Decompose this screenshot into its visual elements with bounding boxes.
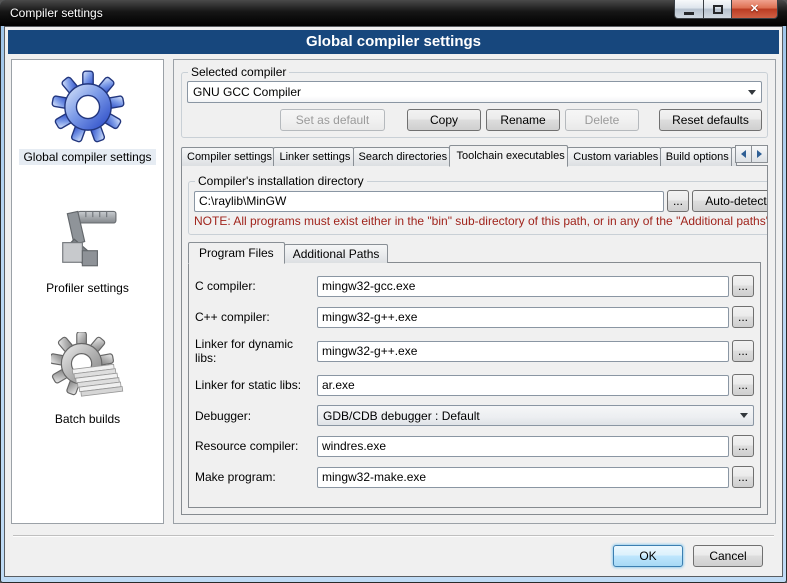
subtab-program-files[interactable]: Program Files bbox=[188, 242, 285, 264]
maximize-button[interactable] bbox=[704, 0, 732, 19]
field-row-resource-compiler: Resource compiler: ... bbox=[195, 435, 754, 457]
reset-defaults-button[interactable]: Reset defaults bbox=[659, 109, 762, 131]
tab-compiler-settings[interactable]: Compiler settings bbox=[181, 147, 274, 166]
installation-directory-group: Compiler's installation directory ... Au… bbox=[188, 174, 768, 235]
c-compiler-input[interactable] bbox=[317, 276, 729, 297]
titlebar[interactable]: Compiler settings ✕ bbox=[0, 0, 787, 26]
field-label: Linker for dynamic libs: bbox=[195, 337, 317, 365]
content-area: Global compiler settings bbox=[11, 59, 776, 524]
caliper-icon bbox=[50, 201, 124, 275]
tab-build-options[interactable]: Build options bbox=[660, 147, 732, 166]
linker-static-input[interactable] bbox=[317, 375, 729, 396]
blue-gear-icon bbox=[51, 70, 125, 144]
field-row-make-program: Make program: ... bbox=[195, 466, 754, 488]
installation-directory-group-label: Compiler's installation directory bbox=[195, 174, 367, 188]
compiler-settings-window: Compiler settings ✕ Global compiler sett… bbox=[0, 0, 787, 583]
debugger-dropdown[interactable]: GDB/CDB debugger : Default bbox=[317, 405, 754, 426]
debugger-value: GDB/CDB debugger : Default bbox=[323, 409, 480, 423]
browse-directory-button[interactable]: ... bbox=[667, 190, 689, 212]
program-files-page: C compiler: ... C++ compiler: ... bbox=[188, 262, 761, 508]
set-as-default-button[interactable]: Set as default bbox=[280, 109, 385, 131]
sidebar: Global compiler settings bbox=[11, 59, 164, 524]
dialog-client-area: Global compiler settings bbox=[4, 26, 783, 577]
field-row-cpp-compiler: C++ compiler: ... bbox=[195, 306, 754, 328]
installation-directory-input[interactable] bbox=[194, 191, 664, 212]
toolchain-executables-page: Compiler's installation directory ... Au… bbox=[181, 165, 768, 515]
browse-resource-compiler-button[interactable]: ... bbox=[732, 435, 754, 457]
footer-separator bbox=[13, 535, 774, 537]
main-panel: Selected compiler GNU GCC Compiler Set a… bbox=[173, 59, 776, 524]
browse-make-program-button[interactable]: ... bbox=[732, 466, 754, 488]
field-row-c-compiler: C compiler: ... bbox=[195, 275, 754, 297]
selected-compiler-group: Selected compiler GNU GCC Compiler Set a… bbox=[181, 65, 768, 138]
make-program-input[interactable] bbox=[317, 467, 729, 488]
browse-cpp-compiler-button[interactable]: ... bbox=[732, 306, 754, 328]
field-label: C++ compiler: bbox=[195, 310, 317, 324]
cancel-button[interactable]: Cancel bbox=[693, 545, 763, 567]
arrow-right-icon bbox=[757, 150, 762, 158]
field-row-linker-static: Linker for static libs: ... bbox=[195, 374, 754, 396]
ok-button[interactable]: OK bbox=[613, 545, 683, 567]
sidebar-item-label: Global compiler settings bbox=[19, 149, 155, 165]
installation-note: NOTE: All programs must exist either in … bbox=[194, 214, 768, 228]
resource-compiler-input[interactable] bbox=[317, 436, 729, 457]
tab-toolchain-executables[interactable]: Toolchain executables bbox=[449, 145, 569, 167]
browse-c-compiler-button[interactable]: ... bbox=[732, 275, 754, 297]
gray-gear-stack-icon bbox=[51, 332, 125, 406]
page-title: Global compiler settings bbox=[8, 30, 779, 54]
field-row-linker-dynamic: Linker for dynamic libs: ... bbox=[195, 337, 754, 365]
tab-scroll-left-button[interactable] bbox=[735, 145, 752, 163]
tab-search-directories[interactable]: Search directories bbox=[353, 147, 450, 166]
copy-button[interactable]: Copy bbox=[407, 109, 481, 131]
arrow-left-icon bbox=[741, 150, 746, 158]
close-button[interactable]: ✕ bbox=[732, 0, 778, 19]
auto-detect-button[interactable]: Auto-detect bbox=[692, 190, 768, 212]
selected-compiler-value: GNU GCC Compiler bbox=[193, 85, 301, 99]
installation-directory-row: ... Auto-detect bbox=[194, 190, 768, 212]
linker-dynamic-input[interactable] bbox=[317, 341, 729, 362]
settings-tabstrip: Compiler settings Linker settings Search… bbox=[181, 145, 768, 166]
tab-scroll-buttons bbox=[736, 145, 768, 163]
subtab-additional-paths[interactable]: Additional Paths bbox=[284, 244, 389, 263]
close-icon: ✕ bbox=[750, 4, 759, 15]
selected-compiler-dropdown[interactable]: GNU GCC Compiler bbox=[187, 81, 762, 103]
footer-buttons: OK Cancel bbox=[613, 545, 763, 567]
programs-subtabs: Program Files Additional Paths bbox=[188, 242, 761, 263]
field-label: Make program: bbox=[195, 470, 317, 484]
field-label: Resource compiler: bbox=[195, 439, 317, 453]
field-row-debugger: Debugger: GDB/CDB debugger : Default bbox=[195, 405, 754, 426]
sidebar-item-label: Batch builds bbox=[51, 411, 124, 427]
selected-compiler-group-label: Selected compiler bbox=[188, 65, 289, 79]
field-label: C compiler: bbox=[195, 279, 317, 293]
field-label: Debugger: bbox=[195, 409, 317, 423]
minimize-icon bbox=[684, 12, 694, 15]
rename-button[interactable]: Rename bbox=[486, 109, 560, 131]
maximize-icon bbox=[713, 5, 723, 14]
minimize-button[interactable] bbox=[674, 0, 704, 19]
browse-linker-static-button[interactable]: ... bbox=[732, 374, 754, 396]
window-controls: ✕ bbox=[674, 0, 778, 19]
sidebar-item-profiler-settings[interactable]: Profiler settings bbox=[42, 201, 133, 322]
cpp-compiler-input[interactable] bbox=[317, 307, 729, 328]
tab-custom-variables[interactable]: Custom variables bbox=[567, 147, 660, 166]
sidebar-item-batch-builds[interactable]: Batch builds bbox=[51, 332, 125, 453]
compiler-actions: Set as default Copy Rename Delete Reset … bbox=[187, 109, 762, 131]
chevron-down-icon bbox=[740, 413, 748, 418]
browse-linker-dynamic-button[interactable]: ... bbox=[732, 340, 754, 362]
sidebar-item-label: Profiler settings bbox=[42, 280, 133, 296]
sidebar-item-global-compiler-settings[interactable]: Global compiler settings bbox=[19, 70, 155, 191]
tab-scroll-right-button[interactable] bbox=[751, 145, 768, 163]
window-title: Compiler settings bbox=[0, 6, 103, 20]
chevron-down-icon bbox=[748, 90, 756, 95]
tab-linker-settings[interactable]: Linker settings bbox=[273, 147, 353, 166]
field-label: Linker for static libs: bbox=[195, 378, 317, 392]
delete-button[interactable]: Delete bbox=[565, 109, 639, 131]
